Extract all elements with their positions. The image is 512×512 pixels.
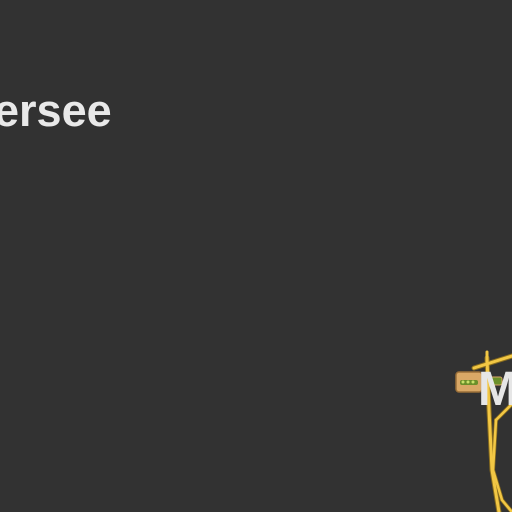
place-label: M xyxy=(478,363,512,416)
water-body-label: ersee xyxy=(0,85,112,136)
map-canvas[interactable]: ersee M xyxy=(0,0,512,512)
road-network xyxy=(455,350,512,512)
